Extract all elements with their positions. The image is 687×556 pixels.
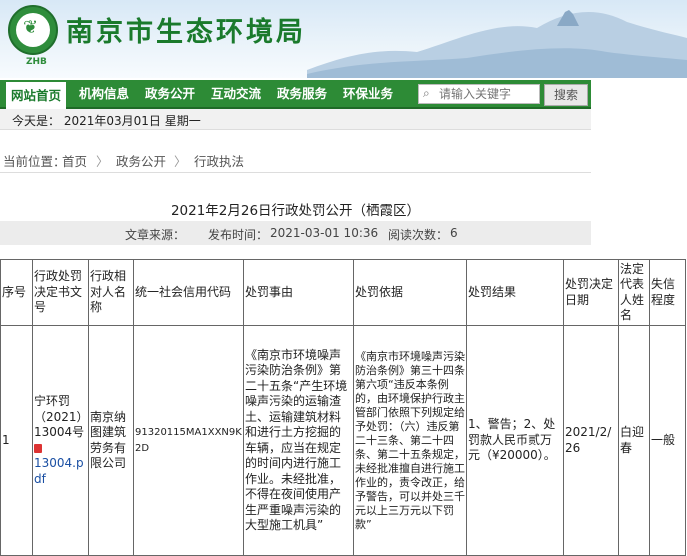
cell-result: 1、警告；2、处罚款人民币贰万元（¥20000）。: [466, 325, 564, 556]
nav-item-interaction[interactable]: 互动交流: [211, 80, 261, 107]
table-row: 1 宁环罚（2021）13004号 13004.pdf 南京纳图建筑劳务有限公司…: [0, 325, 686, 556]
doc-number: 宁环罚（2021）13004号: [34, 394, 85, 439]
search-box[interactable]: ⌕: [418, 84, 540, 104]
table-header-row: 序号 行政处罚决定书文号 行政相对人名称 统一社会信用代码 处罚事由 处罚依据 …: [0, 259, 686, 326]
nav-item-services[interactable]: 政务服务: [277, 80, 327, 107]
header-party: 行政相对人名称: [88, 259, 134, 326]
publish-time-label: 发布时间：: [208, 228, 269, 242]
cell-credit-code: 91320115MA1XXN9K2D: [133, 325, 244, 556]
cell-doc-no: 宁环罚（2021）13004号 13004.pdf: [32, 325, 89, 556]
cell-seq: 1: [0, 325, 33, 556]
date-bar: 今天是： 2021年03月01日 星期一: [0, 109, 591, 130]
leaf-icon: ❦: [23, 17, 39, 38]
cell-reason: 《南京市环境噪声污染防治条例》第二十五条“产生环境噪声污染的运输渣土、运输建筑材…: [243, 325, 354, 556]
pdf-download-link[interactable]: 13004.pdf: [34, 456, 84, 486]
search-input[interactable]: [439, 86, 535, 101]
mountain-scenery: [307, 10, 687, 78]
breadcrumb-government-affairs[interactable]: 政务公开: [116, 151, 166, 170]
cell-basis: 《南京市环境噪声污染防治条例》第三十四条第六项“违反本条例的，由环境保护行政主管…: [353, 325, 467, 556]
breadcrumb-separator: 〉: [96, 154, 109, 169]
cell-legal-rep: 白迎春: [618, 325, 650, 556]
header-result: 处罚结果: [466, 259, 564, 326]
site-banner: ❦ ZHB 南京市生态环境局: [0, 0, 687, 78]
views-label: 阅读次数：: [388, 228, 449, 242]
header-basis: 处罚依据: [353, 259, 467, 326]
search-button[interactable]: 搜索: [544, 84, 588, 106]
article-source-label: 文章来源：: [125, 228, 186, 242]
main-nav: 网站首页 机构信息 政务公开 互动交流 政务服务 环保业务 ⌕ 搜索: [0, 80, 591, 109]
article-title: 2021年2月26日行政处罚公开（栖霞区）: [170, 203, 421, 219]
header-doc-no: 行政处罚决定书文号: [32, 259, 89, 326]
site-title: 南京市生态环境局: [66, 17, 306, 48]
header-date: 处罚决定日期: [563, 259, 619, 326]
header-credit-code: 统一社会信用代码: [133, 259, 244, 326]
site-logo[interactable]: ❦ ZHB: [8, 5, 58, 67]
nav-item-env-business[interactable]: 环保业务: [343, 80, 393, 107]
nav-item-home[interactable]: 网站首页: [6, 80, 66, 109]
cell-date: 2021/2/26: [563, 325, 619, 556]
penalty-table: 序号 行政处罚决定书文号 行政相对人名称 统一社会信用代码 处罚事由 处罚依据 …: [0, 259, 686, 556]
header-legal-rep: 法定代表人姓名: [618, 259, 650, 326]
breadcrumb-prefix: 当前位置：: [3, 154, 66, 169]
logo-text: ZHB: [26, 57, 47, 67]
nav-item-organization[interactable]: 机构信息: [79, 80, 129, 107]
breadcrumb-law-enforcement[interactable]: 行政执法: [194, 151, 244, 170]
article-meta: 文章来源： 发布时间： 2021-03-01 10:36 阅读次数： 6: [0, 221, 591, 245]
publish-time: 2021-03-01 10:36: [270, 226, 379, 240]
breadcrumb: 当前位置： 首页 〉 政务公开 〉 行政执法: [0, 146, 591, 173]
current-date: 今天是： 2021年03月01日 星期一: [12, 114, 201, 128]
breadcrumb-home[interactable]: 首页: [62, 151, 87, 170]
nav-item-government-affairs[interactable]: 政务公开: [145, 80, 195, 107]
cell-party: 南京纳图建筑劳务有限公司: [88, 325, 134, 556]
pdf-icon: [34, 443, 42, 453]
search-icon: ⌕: [423, 86, 430, 100]
header-seq: 序号: [0, 259, 33, 326]
views-count: 6: [450, 226, 458, 240]
header-reason: 处罚事由: [243, 259, 354, 326]
header-credit-level: 失信程度: [649, 259, 686, 326]
cell-credit-level: 一般: [649, 325, 686, 556]
breadcrumb-separator: 〉: [174, 154, 187, 169]
